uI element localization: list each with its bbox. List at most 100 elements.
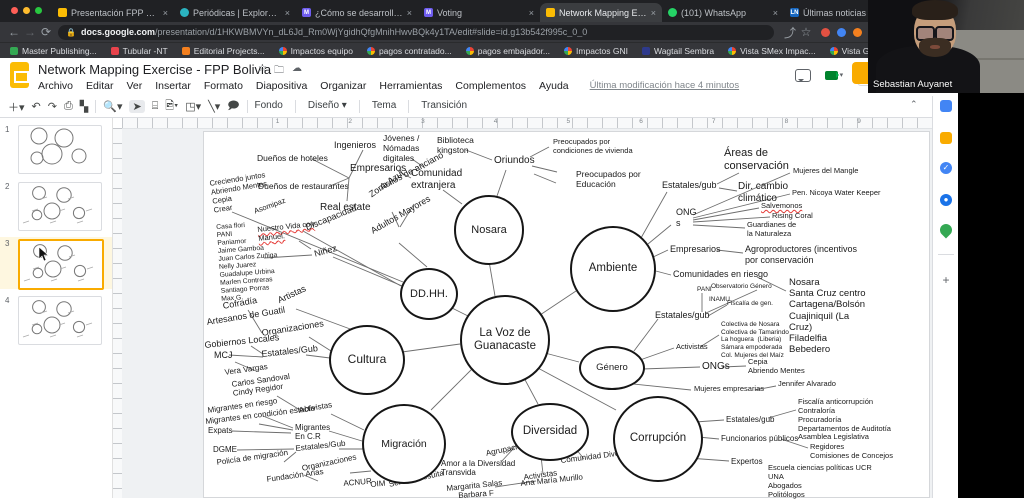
toolbar-fondo-button[interactable]: Fondo <box>255 100 283 113</box>
maps-icon[interactable] <box>937 221 955 239</box>
contacts-icon[interactable]: ● <box>940 194 952 206</box>
slides-logo-icon[interactable] <box>10 62 29 88</box>
slide-thumbnail-3[interactable] <box>18 239 104 290</box>
menu-diapositiva[interactable]: Diapositiva <box>256 80 307 92</box>
diagram-label[interactable]: Nosara Santa Cruz centro Cartagena/Bolsó… <box>789 277 866 355</box>
bookmark-item[interactable]: pagos embajador... <box>465 46 550 56</box>
window-close-button[interactable] <box>11 7 18 14</box>
menu-complementos[interactable]: Complementos <box>455 80 526 92</box>
browser-tab[interactable]: M¿Cómo se desarrolla una au...× <box>296 3 418 22</box>
diagram-label[interactable]: Expats <box>208 426 232 435</box>
browser-tab[interactable]: Periódicas | Explorador de A...× <box>174 3 296 22</box>
diagram-label[interactable]: Fiscalía de gen. <box>727 300 773 308</box>
diagram-label[interactable]: Pen. Nicoya Water Keeper <box>792 188 881 198</box>
diagram-label[interactable]: Oriundos <box>494 155 535 167</box>
browser-tab[interactable]: Network Mapping Exercise× <box>540 3 662 22</box>
menu-formato[interactable]: Formato <box>204 80 243 92</box>
diagram-label[interactable]: Salvemonos <box>761 201 802 211</box>
insert-line-icon[interactable]: ╲▾ <box>208 100 220 113</box>
diagram-label[interactable]: Áreas de conservación <box>724 147 789 173</box>
zoom-icon[interactable]: 🔍▾ <box>103 100 122 113</box>
menu-ayuda[interactable]: Ayuda <box>539 80 569 92</box>
star-document-icon[interactable]: ☆ <box>258 63 267 74</box>
redo-icon[interactable]: ↷ <box>48 100 57 113</box>
back-icon[interactable]: ← <box>6 25 22 39</box>
diagram-label[interactable]: Mujeres empresarias <box>694 384 764 394</box>
bookmark-item[interactable]: Tubular -NT <box>110 46 168 56</box>
menu-organizar[interactable]: Organizar <box>320 80 366 92</box>
tab-close-icon[interactable]: × <box>529 8 534 18</box>
window-minimize-button[interactable] <box>23 7 30 14</box>
diagram-node[interactable]: Ambiente <box>570 226 656 312</box>
add-addon-icon[interactable]: + <box>940 274 952 286</box>
keep-icon[interactable] <box>940 132 952 144</box>
bookmark-item[interactable]: Editorial Projects... <box>181 46 265 56</box>
open-comments-icon[interactable] <box>794 68 811 82</box>
diagram-label[interactable]: ONGs <box>702 361 730 373</box>
extension-icon[interactable] <box>821 27 830 37</box>
diagram-label[interactable]: Amor a la Diversidad Transvida <box>441 459 515 478</box>
diagram-label[interactable]: Regidores Comisiones de Concejos <box>810 442 893 461</box>
diagram-label[interactable]: Guardianes de la Naturaleza <box>747 220 796 239</box>
insert-image-icon[interactable]: 🖻▾ <box>165 97 178 116</box>
bookmark-star-icon[interactable]: ☆ <box>798 25 814 39</box>
menu-archivo[interactable]: Archivo <box>38 80 73 92</box>
menu-ver[interactable]: Ver <box>126 80 142 92</box>
diagram-node[interactable]: Nosara <box>454 195 524 265</box>
text-box-icon[interactable]: ⌸ <box>152 100 159 113</box>
diagram-label[interactable]: Cepia Abriendo Mentes <box>748 357 805 376</box>
diagram-label[interactable]: Funcionarios públicos <box>721 434 798 443</box>
meet-icon[interactable]: ▾ <box>824 70 843 80</box>
insert-shape-icon[interactable]: ◳▾ <box>185 100 201 113</box>
paint-format-icon[interactable]: ▚ <box>80 100 88 113</box>
menu-herramientas[interactable]: Herramientas <box>379 80 442 92</box>
diagram-label[interactable]: Comunidades en riesgo <box>673 269 768 280</box>
forward-icon[interactable]: → <box>22 25 38 39</box>
slide-thumbnail-4[interactable] <box>18 296 102 345</box>
calendar-icon[interactable] <box>940 100 952 112</box>
diagram-label[interactable]: Dueños de hoteles <box>257 153 328 163</box>
diagram-label[interactable]: Biblioteca kingston <box>437 135 474 155</box>
diagram-label[interactable]: Colectiva de Nosara Colectiva de Tamarin… <box>721 321 789 359</box>
diagram-node[interactable]: Migración <box>362 404 446 484</box>
menu-editar[interactable]: Editar <box>86 80 113 92</box>
bookmark-item[interactable]: Impactos equipo <box>278 46 353 56</box>
diagram-label[interactable]: Jóvenes / Nómadas digitales <box>383 133 419 163</box>
undo-icon[interactable]: ↶ <box>32 100 41 113</box>
browser-tab[interactable]: (101) WhatsApp × <box>662 3 784 22</box>
hide-menus-icon[interactable]: ⌃ <box>910 99 918 110</box>
diagram-label[interactable]: Barbara F <box>458 489 494 500</box>
toolbar-diseño-button[interactable]: Diseño ▾ <box>308 100 347 113</box>
window-zoom-button[interactable] <box>35 7 42 14</box>
diagram-node[interactable]: La Voz de Guanacaste <box>460 295 550 385</box>
bookmark-item[interactable]: Wagtail Sembra <box>642 46 714 56</box>
diagram-label[interactable]: Fiscalía anticorrupción Contraloría Proc… <box>798 397 891 442</box>
bookmark-item[interactable]: pagos contratado... <box>366 46 452 56</box>
browser-tab[interactable]: M Voting × <box>418 3 540 22</box>
diagram-label[interactable]: Estatales/gub <box>726 415 774 424</box>
tab-close-icon[interactable]: × <box>163 8 168 18</box>
diagram-label[interactable]: Estatales/gub <box>655 310 710 321</box>
diagram-node[interactable]: Corrupción <box>613 396 703 482</box>
diagram-label[interactable]: Observatorio Género <box>711 283 772 291</box>
diagram-label[interactable]: Jennifer Alvarado <box>778 379 836 389</box>
diagram-label[interactable]: Migrantes En C.R <box>295 423 330 442</box>
diagram-label[interactable]: Dueños de restaurantes <box>258 181 349 191</box>
diagram-node[interactable]: DD.HH. <box>400 268 458 320</box>
diagram-label[interactable]: Activistas <box>676 342 708 352</box>
diagram-node[interactable]: Género <box>579 346 645 390</box>
diagram-label[interactable]: PANI <box>697 286 712 294</box>
tasks-icon[interactable]: ✓ <box>940 162 952 174</box>
tab-close-icon[interactable]: × <box>651 8 656 18</box>
bookmark-item[interactable]: Vista SMex Impac... <box>728 46 816 56</box>
select-tool-icon[interactable]: ➤ <box>129 100 145 113</box>
move-folder-icon[interactable]: 🗀 <box>274 63 284 80</box>
new-slide-button[interactable]: ＋▾ <box>8 99 25 115</box>
diagram-node[interactable]: Cultura <box>329 325 405 395</box>
tab-close-icon[interactable]: × <box>285 8 290 18</box>
diagram-label[interactable]: DGME <box>213 445 237 454</box>
print-icon[interactable]: ⎙ <box>64 100 73 113</box>
slide-thumbnail-1[interactable] <box>18 125 102 174</box>
diagram-label[interactable]: Estatales/gub <box>662 180 717 191</box>
bookmark-item[interactable]: Impactos GNI <box>564 46 628 56</box>
